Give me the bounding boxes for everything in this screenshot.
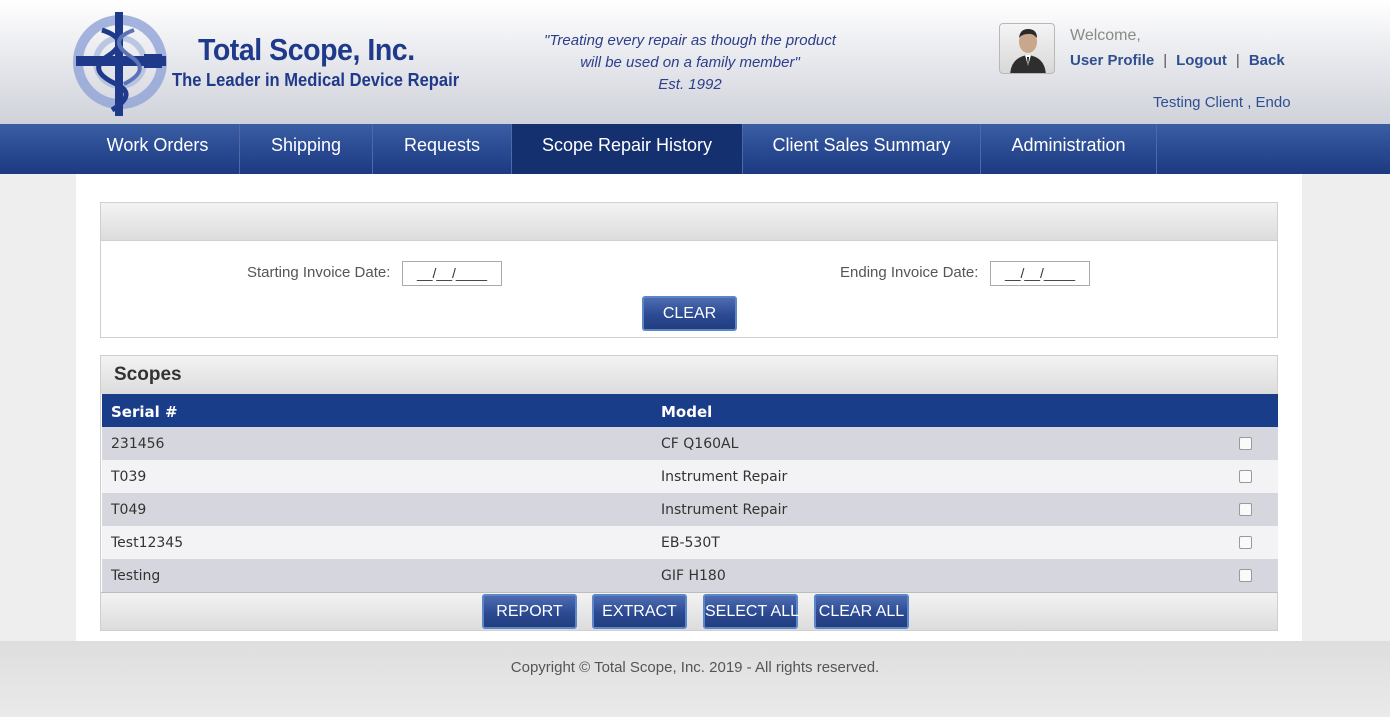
- company-tagline: The Leader in Medical Device Repair: [172, 70, 460, 90]
- serial-cell: Test12345: [111, 535, 184, 551]
- main-nav: Work Orders Shipping Requests Scope Repa…: [0, 124, 1390, 174]
- scopes-panel: Scopes Serial # Model 231456 CF Q160AL T…: [100, 355, 1278, 631]
- serial-cell: T049: [111, 502, 147, 518]
- row-select-checkbox[interactable]: [1239, 503, 1252, 516]
- caduceus-logo-icon: [73, 12, 167, 116]
- scopes-table-header: Serial # Model: [102, 394, 1278, 427]
- user-avatar-icon: [1010, 29, 1046, 73]
- motto-line-3: Est. 1992: [658, 76, 722, 93]
- row-select-checkbox[interactable]: [1239, 437, 1252, 450]
- column-header-serial[interactable]: Serial #: [111, 403, 178, 421]
- nav-requests[interactable]: Requests: [373, 124, 512, 174]
- header: Total Scope, Inc. The Leader in Medical …: [0, 0, 1390, 124]
- clear-dates-button[interactable]: CLEAR: [642, 296, 737, 331]
- company-motto: "Treating every repair as though the pro…: [500, 30, 880, 96]
- welcome-text: Welcome,: [1070, 27, 1141, 44]
- row-select-checkbox[interactable]: [1239, 536, 1252, 549]
- ending-invoice-date-label: Ending Invoice Date:: [840, 264, 979, 281]
- model-cell: CF Q160AL: [661, 436, 739, 452]
- motto-line-2: will be used on a family member": [580, 54, 800, 71]
- logout-link[interactable]: Logout: [1176, 52, 1227, 69]
- footer: Copyright © Total Scope, Inc. 2019 - All…: [0, 641, 1390, 717]
- link-separator: |: [1163, 52, 1168, 69]
- scopes-actions-bar: REPORT EXTRACT SELECT ALL CLEAR ALL: [101, 592, 1277, 630]
- table-row[interactable]: T039 Instrument Repair: [102, 460, 1278, 493]
- report-button[interactable]: REPORT: [482, 594, 577, 629]
- nav-work-orders[interactable]: Work Orders: [76, 124, 240, 174]
- nav-shipping[interactable]: Shipping: [240, 124, 373, 174]
- user-profile-link[interactable]: User Profile: [1070, 52, 1154, 69]
- starting-invoice-date-label: Starting Invoice Date:: [247, 264, 391, 281]
- back-link[interactable]: Back: [1249, 52, 1285, 69]
- row-select-checkbox[interactable]: [1239, 470, 1252, 483]
- clear-all-button[interactable]: CLEAR ALL: [814, 594, 909, 629]
- company-name: Total Scope, Inc.: [198, 32, 415, 67]
- company-logo[interactable]: Total Scope, Inc. The Leader in Medical …: [72, 10, 459, 118]
- motto-line-1: "Treating every repair as though the pro…: [544, 32, 836, 49]
- user-links: User Profile | Logout | Back: [1070, 52, 1285, 69]
- model-cell: Instrument Repair: [661, 469, 788, 485]
- extract-button[interactable]: EXTRACT: [592, 594, 687, 629]
- table-row[interactable]: T049 Instrument Repair: [102, 493, 1278, 526]
- model-cell: Instrument Repair: [661, 502, 788, 518]
- filter-panel: Starting Invoice Date: __/__/____ Ending…: [100, 202, 1278, 338]
- client-name: Testing Client , Endo: [1153, 94, 1291, 111]
- user-avatar: [999, 23, 1055, 74]
- serial-cell: Testing: [111, 568, 161, 584]
- starting-invoice-date-input[interactable]: __/__/____: [402, 261, 502, 286]
- row-select-checkbox[interactable]: [1239, 569, 1252, 582]
- copyright-text: Copyright © Total Scope, Inc. 2019 - All…: [510, 659, 880, 676]
- serial-cell: T039: [111, 469, 147, 485]
- nav-client-sales-summary[interactable]: Client Sales Summary: [743, 124, 981, 174]
- link-separator: |: [1235, 52, 1240, 69]
- filter-panel-header: [101, 203, 1277, 241]
- nav-scope-repair-history[interactable]: Scope Repair History: [512, 124, 743, 174]
- nav-administration[interactable]: Administration: [981, 124, 1157, 174]
- table-row[interactable]: 231456 CF Q160AL: [102, 427, 1278, 460]
- table-row[interactable]: Test12345 EB-530T: [102, 526, 1278, 559]
- column-header-model[interactable]: Model: [661, 403, 712, 421]
- select-all-button[interactable]: SELECT ALL: [703, 594, 799, 629]
- model-cell: GIF H180: [661, 568, 726, 584]
- table-row[interactable]: Testing GIF H180: [102, 559, 1278, 592]
- scopes-title: Scopes: [114, 364, 182, 385]
- ending-invoice-date-input[interactable]: __/__/____: [990, 261, 1090, 286]
- scopes-panel-header: Scopes: [101, 356, 1277, 394]
- model-cell: EB-530T: [661, 535, 720, 551]
- serial-cell: 231456: [111, 436, 165, 452]
